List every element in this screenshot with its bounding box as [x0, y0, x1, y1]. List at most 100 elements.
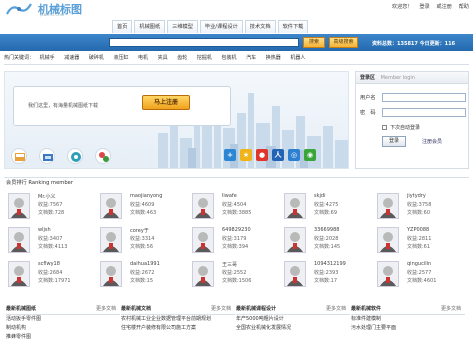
keyword-link[interactable]: 换热器 [266, 55, 281, 61]
keyword-link[interactable]: 齿轮 [177, 55, 187, 61]
tab-home[interactable]: 首页 [112, 20, 133, 33]
keyword-link[interactable]: 挖掘机 [197, 55, 212, 61]
avatar[interactable] [8, 261, 30, 287]
member-name[interactable]: 1094312199 [314, 261, 346, 267]
list-item[interactable]: 制动机构 [6, 324, 120, 333]
list-item[interactable]: 活动扳手零件图 [6, 315, 120, 324]
list-item[interactable]: 推蜂零件图 [6, 333, 120, 342]
list-item[interactable]: 农村机械工业企业数据管理平台前期规划 [121, 315, 235, 324]
remember-checkbox[interactable] [382, 125, 387, 130]
member-name[interactable]: wljsh [38, 227, 51, 233]
password-field[interactable] [382, 108, 466, 117]
avatar[interactable] [377, 261, 399, 287]
wechat-icon[interactable]: ◉ [304, 149, 316, 161]
avatar[interactable] [192, 193, 214, 219]
list-item[interactable]: 全国农业机械化发展情况 [236, 324, 350, 333]
member-card[interactable]: liwafe 收益:4504 文档数:3885 [192, 193, 282, 229]
tab-software[interactable]: 软件下载 [277, 20, 309, 33]
member-card[interactable]: 649829230 收益:3179 文档数:394 [192, 227, 282, 263]
more-link[interactable]: 更多文档 [326, 305, 346, 314]
member-name[interactable]: qingucilin [407, 261, 431, 267]
avatar[interactable] [284, 193, 306, 219]
member-card[interactable]: wljsh 收益:3407 文档数:4113 [8, 227, 98, 263]
avatar[interactable] [8, 227, 30, 253]
tab-3d-models[interactable]: 三维模型 [167, 20, 198, 33]
advanced-search-button[interactable]: 高级搜索 [329, 37, 358, 48]
login-button[interactable]: 登录 [382, 136, 406, 147]
member-card[interactable]: qingucilin 收益:2577 文档数:4601 [377, 261, 467, 297]
kaixin-icon[interactable]: ◎ [288, 149, 300, 161]
username-field[interactable] [382, 93, 466, 102]
plus-share-icon[interactable]: + [224, 149, 236, 161]
avatar[interactable] [8, 193, 30, 219]
category-drawings-icon[interactable] [11, 148, 27, 164]
member-name[interactable]: maojianyong [130, 193, 162, 199]
help-link[interactable]: 帮助 [459, 4, 469, 10]
member-name[interactable]: liwafe [222, 193, 237, 199]
member-name[interactable]: 649829230 [222, 227, 251, 233]
avatar[interactable] [100, 227, 122, 253]
more-link[interactable]: 更多文档 [96, 305, 116, 314]
list-item[interactable]: 住宅楼开户装修有限公司施工方案 [121, 324, 235, 333]
member-name[interactable]: daihua1991 [130, 261, 160, 267]
register-now-button[interactable]: 马上注册 [142, 95, 190, 110]
member-card[interactable]: YZP0088 收益:2811 文档数:61 [377, 227, 467, 263]
keyword-link[interactable]: 包装机 [221, 55, 236, 61]
login-link[interactable]: 登录 [419, 4, 429, 10]
keyword-link[interactable]: 破碎机 [89, 55, 104, 61]
keyword-link[interactable]: 机械手 [40, 55, 55, 61]
member-name[interactable]: jiytydry [407, 193, 426, 199]
avatar[interactable] [100, 261, 122, 287]
tab-drawings[interactable]: 机械图纸 [134, 20, 166, 33]
weibo-icon[interactable]: ● [256, 149, 268, 161]
list-item[interactable]: 标准件建模制 [351, 315, 465, 324]
keyword-link[interactable]: 减速器 [64, 55, 79, 61]
search-button[interactable]: 搜索 [303, 37, 325, 48]
avatar[interactable] [284, 261, 306, 287]
qq-space-icon[interactable]: ★ [240, 149, 252, 161]
member-card[interactable]: jiytydry 收益:3758 文档数:60 [377, 193, 467, 229]
register-link[interactable]: 或注册 [436, 4, 452, 10]
keyword-link[interactable]: 机器人 [290, 55, 305, 61]
tab-course-design[interactable]: 毕业/课程设计 [199, 20, 243, 33]
avatar[interactable] [192, 261, 214, 287]
join-member-link[interactable]: 注册会员 [422, 138, 442, 145]
member-card[interactable]: 33669988 收益:2028 文档数:145 [284, 227, 374, 263]
avatar[interactable] [377, 227, 399, 253]
site-logo[interactable]: 机械标图 JXBBTU.COM [6, 1, 86, 19]
member-card[interactable]: 1094312199 收益:2393 文档数:17 [284, 261, 374, 297]
keyword-link[interactable]: 液压缸 [113, 55, 128, 61]
avatar[interactable] [100, 193, 122, 219]
member-card[interactable]: corey于 收益:3314 文档数:56 [100, 227, 190, 263]
renren-icon[interactable]: 人 [272, 149, 284, 161]
member-name[interactable]: scflwy18 [38, 261, 60, 267]
member-card[interactable]: Mr.小义 收益:7567 文档数:728 [8, 193, 98, 229]
list-item[interactable]: 污水处理门主要平面 [351, 324, 465, 333]
member-name[interactable]: 33669988 [314, 227, 339, 233]
member-card[interactable]: skjdi 收益:4275 文档数:69 [284, 193, 374, 229]
category-design-icon[interactable] [67, 148, 83, 164]
avatar[interactable] [284, 227, 306, 253]
category-software-icon[interactable] [95, 148, 111, 164]
member-name[interactable]: skjdi [314, 193, 325, 199]
member-name[interactable]: corey于 [130, 227, 149, 234]
search-input[interactable] [109, 38, 299, 47]
more-link[interactable]: 更多文档 [441, 305, 461, 314]
remember-me[interactable]: 下次自动登录 [382, 124, 420, 131]
avatar[interactable] [192, 227, 214, 253]
member-name[interactable]: YZP0088 [407, 227, 429, 233]
tab-tech-docs[interactable]: 技术文档 [244, 20, 276, 33]
avatar[interactable] [377, 193, 399, 219]
member-card[interactable]: scflwy18 收益:2684 文档数:17971 [8, 261, 98, 297]
category-models-icon[interactable] [39, 148, 55, 164]
member-name[interactable]: Mr.小义 [38, 193, 56, 200]
keyword-link[interactable]: 汽车 [246, 55, 256, 61]
member-card[interactable]: 王三哥 收益:2552 文档数:1506 [192, 261, 282, 297]
keyword-link[interactable]: 夹具 [158, 55, 168, 61]
member-card[interactable]: daihua1991 收益:2672 文档数:15 [100, 261, 190, 297]
member-card[interactable]: maojianyong 收益:4609 文档数:463 [100, 193, 190, 229]
member-name[interactable]: 王三哥 [222, 261, 237, 268]
more-link[interactable]: 更多文档 [211, 305, 231, 314]
list-item[interactable]: 年产5000吨粗片设计 [236, 315, 350, 324]
keyword-link[interactable]: 电机 [138, 55, 148, 61]
